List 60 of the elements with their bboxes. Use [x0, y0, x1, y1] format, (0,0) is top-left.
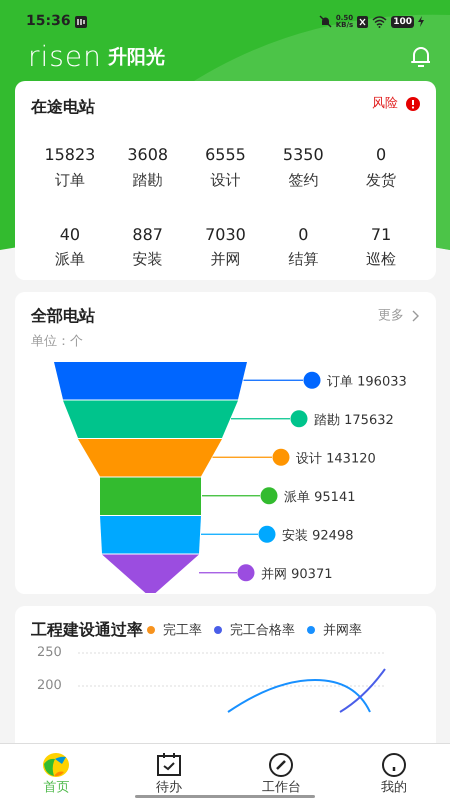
home-icon	[42, 752, 70, 778]
funnel-label: 派单 95141	[284, 490, 356, 506]
stat-label: 巡检	[365, 249, 398, 270]
stat-label: 并网	[209, 249, 242, 270]
legend-label: 并网率	[323, 622, 362, 640]
stat-value: 40	[58, 224, 82, 246]
stat-label: 踏勘	[132, 170, 164, 191]
leader-line	[231, 418, 290, 420]
battery-level: 100	[391, 16, 414, 28]
stat-value: 71	[370, 224, 392, 246]
risk-link[interactable]: 风险	[372, 94, 398, 114]
funnel-label: 并网 90371	[261, 567, 332, 582]
chevron-right-icon	[412, 310, 420, 322]
stat-label: 结算	[287, 249, 320, 270]
nav-tab[interactable]: 工作台	[246, 752, 316, 798]
unit-label: 单位：个	[31, 334, 83, 350]
stat-value: 6555	[204, 144, 247, 166]
stat-label: 设计	[209, 170, 242, 191]
brand-name: 升阳光	[108, 44, 165, 70]
funnel-label: 订单 196033	[327, 374, 407, 390]
leader-line	[201, 534, 258, 536]
profile-icon	[380, 752, 407, 778]
stat-label: 发货	[365, 170, 398, 191]
stat-label: 签约	[287, 170, 320, 191]
nav-tab[interactable]: 我的	[358, 752, 429, 798]
card-title: 在途电站	[31, 96, 95, 118]
card-title: 全部电站	[31, 305, 95, 328]
stat-value: 15823	[43, 144, 96, 166]
stat-label: 安装	[132, 249, 164, 270]
stat-value: 3608	[126, 144, 170, 166]
sim-card-icon	[357, 16, 368, 28]
card-title: 工程建设通过率	[31, 619, 143, 642]
notification-bell-icon[interactable]	[410, 45, 432, 70]
calendar-check-icon	[156, 752, 182, 778]
funnel-label: 安装 92498	[282, 528, 354, 544]
funnel-label: 设计 143120	[296, 452, 376, 467]
leader-line	[199, 572, 237, 574]
stat-value: 7030	[204, 224, 247, 246]
leader-line	[212, 457, 272, 458]
stat-value: 887	[131, 224, 164, 246]
leader-line	[202, 496, 260, 497]
status-time: 15:36	[26, 12, 71, 32]
brand-logo: risen	[28, 43, 102, 72]
funnel-label: 踏勘 175632	[314, 413, 394, 428]
leader-line	[244, 380, 303, 382]
stat-label: 派单	[54, 249, 86, 270]
stat-value: 0	[374, 144, 388, 166]
legend-label: 完工率	[163, 622, 202, 640]
legend-label: 完工合格率	[230, 622, 295, 640]
nav-tab[interactable]: 待办	[134, 752, 204, 798]
compass-icon	[268, 752, 294, 778]
stat-label: 订单	[54, 170, 86, 191]
axis-label: 200	[37, 677, 62, 696]
mute-bell-icon	[318, 15, 332, 28]
axis-label: 250	[37, 644, 62, 662]
alert-icon	[406, 96, 420, 111]
stat-value: 0	[297, 224, 310, 246]
charging-icon	[418, 16, 424, 28]
wifi-icon	[372, 16, 388, 28]
stat-value: 5350	[282, 144, 325, 166]
